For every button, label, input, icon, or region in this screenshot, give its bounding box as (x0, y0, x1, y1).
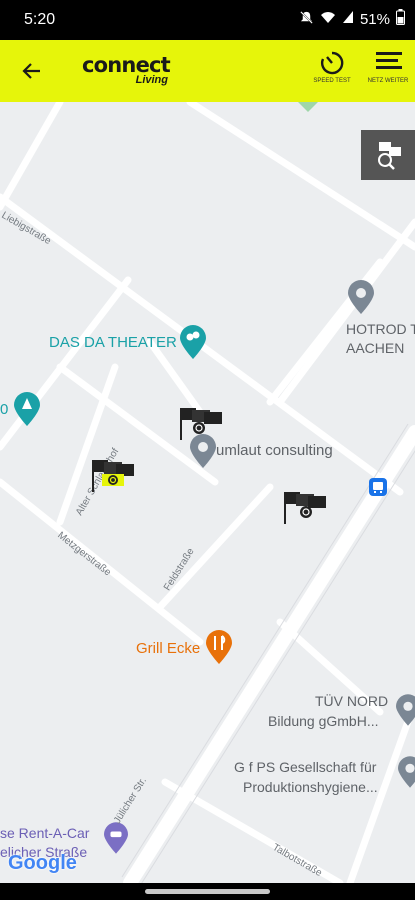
google-attribution-logo: Google (8, 852, 77, 875)
network-flag-marker-1[interactable] (178, 406, 224, 442)
zoom-magnifier-icon (378, 142, 401, 170)
app-bar: connect Living SPEED TEST NETZ WEITER (0, 40, 415, 102)
wifi-icon (320, 10, 336, 28)
status-bar: 5:20 51% (0, 0, 415, 40)
connect-living-logo: connect Living (82, 53, 172, 87)
speed-test-button[interactable]: SPEED TEST (308, 50, 356, 96)
poi-hotrod-label-line2: AACHEN (346, 340, 405, 356)
netz-weiter-button[interactable]: NETZ WEITER (364, 50, 412, 96)
network-flag-marker-2[interactable] (90, 458, 136, 494)
status-icons: 51% (299, 9, 405, 29)
home-gesture-handle[interactable] (145, 889, 270, 894)
poi-gfps-label-line2: Produktionshygiene... (243, 779, 378, 795)
google-logo-text: Google (8, 852, 77, 874)
arrow-left-icon (22, 63, 40, 79)
map-view[interactable]: DAS DA THEATER HOTROD T AACHEN 0 umlaut … (0, 102, 415, 883)
mute-icon (299, 10, 314, 29)
network-flag-marker-3[interactable] (282, 490, 328, 526)
netz-weiter-label: NETZ WEITER (367, 78, 409, 84)
poi-das-da-theater-label: DAS DA THEATER (49, 334, 177, 351)
speed-test-label: SPEED TEST (313, 78, 351, 84)
poi-grill-ecke-label: Grill Ecke (136, 640, 201, 657)
speedometer-icon (321, 51, 344, 75)
battery-icon (396, 9, 405, 29)
battery-percent: 51% (359, 10, 390, 28)
poi-tuv-label-line2: Bildung gGmbH... (268, 713, 379, 729)
poi-tuv-label-line1: TÜV NORD (315, 693, 389, 709)
gfps-pin-icon[interactable] (398, 756, 415, 788)
menu-lines-icon (376, 52, 402, 69)
back-button[interactable] (18, 57, 46, 85)
zoom-layer-button[interactable] (361, 130, 415, 180)
status-time: 5:20 (24, 11, 56, 28)
car-rental-pin-icon[interactable] (104, 822, 128, 854)
poi-partial-left-label: 0 (0, 401, 9, 418)
poi-rent-a-car-label-line1: se Rent-A-Car (0, 825, 90, 841)
hotrod-pin-icon[interactable] (348, 280, 374, 314)
system-nav-bar (0, 883, 415, 900)
left-teal-pin-icon[interactable] (14, 392, 40, 426)
bus-stop-icon[interactable] (369, 478, 387, 496)
signal-icon (342, 10, 354, 28)
poi-umlaut-label: umlaut consulting (216, 442, 333, 459)
theater-pin-icon[interactable] (180, 325, 206, 359)
poi-hotrod-label-line1: HOTROD T (346, 321, 415, 337)
logo-sub-text: Living (135, 74, 168, 86)
tuv-pin-icon[interactable] (396, 694, 415, 726)
restaurant-pin-icon[interactable] (206, 630, 232, 664)
poi-gfps-label-line1: G f PS Gesellschaft für (234, 759, 377, 775)
